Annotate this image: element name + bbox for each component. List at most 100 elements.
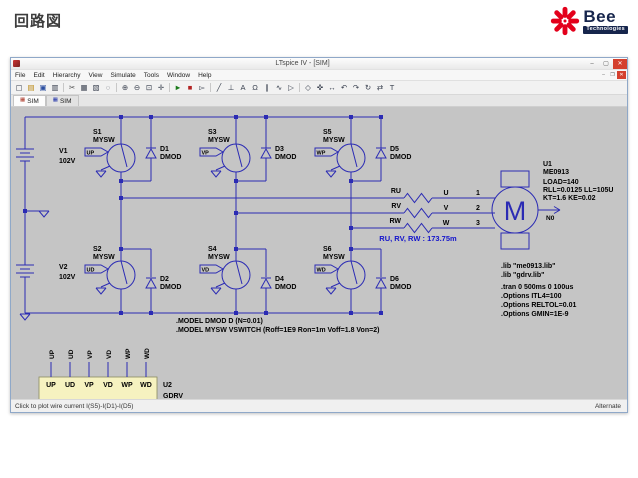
- schematic-wires[interactable]: [24, 116, 495, 314]
- component-model-label: DMOD: [390, 154, 411, 161]
- child-close-button[interactable]: ✕: [617, 71, 626, 79]
- component-icon[interactable]: ◇: [302, 82, 314, 93]
- resistor-rw[interactable]: RW W 3: [389, 218, 480, 234]
- cut-icon[interactable]: ✂: [66, 82, 78, 93]
- pan-icon[interactable]: ✛: [155, 82, 167, 93]
- diode-symbol: [145, 147, 157, 159]
- component-ref-label: S5: [323, 129, 332, 136]
- minimize-button[interactable]: –: [585, 59, 599, 69]
- switch-s2[interactable]: UD S2 MYSW: [84, 246, 136, 295]
- switch-s4[interactable]: VD S4 MYSW: [199, 246, 251, 295]
- new-schematic-icon[interactable]: ▢: [13, 82, 25, 93]
- component-ref-label: U1: [543, 161, 552, 168]
- menu-simulate[interactable]: Simulate: [106, 72, 139, 79]
- motor-u1[interactable]: M N0 U1 ME0913 LOAD=140 RLL=0.0125 LL=10…: [491, 161, 613, 250]
- maximize-button[interactable]: ▢: [599, 59, 613, 69]
- title-bar: LTspice IV - [SIM] – ▢ ✕: [11, 58, 627, 69]
- component-ref-label: D2: [160, 276, 169, 283]
- run-icon[interactable]: ►: [172, 82, 184, 93]
- inductor-icon[interactable]: ∿: [273, 82, 285, 93]
- halt-icon[interactable]: ■: [184, 82, 196, 93]
- drag-icon[interactable]: ↔: [326, 82, 338, 93]
- component-ref-label: D1: [160, 146, 169, 153]
- ltspice-app-icon: [13, 60, 20, 67]
- switch-blade: [215, 143, 243, 171]
- schematic-svg[interactable]: V1 102V V2 102V UP S1 MYSW VP S3 MYSW WP…: [11, 107, 627, 399]
- step-icon[interactable]: ▻: [196, 82, 208, 93]
- child-restore-button[interactable]: ❐: [608, 71, 617, 79]
- solver-mode: Alternate: [594, 402, 621, 410]
- wire-icon[interactable]: ╱: [213, 82, 225, 93]
- switch-blade: [100, 260, 128, 288]
- switch-s6[interactable]: WD S6 MYSW: [314, 246, 366, 295]
- gate-net-label: VD: [202, 268, 210, 274]
- switch-s3[interactable]: VP S3 MYSW: [199, 129, 251, 178]
- resistor-rv[interactable]: RV V 2: [391, 203, 480, 219]
- spice-directive-line: .Options RELTOL=0.01: [501, 302, 577, 309]
- switch-symbol: [106, 260, 136, 290]
- resistor-icon[interactable]: Ω: [249, 82, 261, 93]
- tab-sim-1[interactable]: ▦ SIM: [45, 95, 79, 106]
- toolbar-separator: [299, 83, 300, 92]
- move-icon[interactable]: ✜: [314, 82, 326, 93]
- spice-directive-line: .tran 0 500ms 0 100us: [501, 284, 573, 291]
- tab-sim-0[interactable]: ▦ SIM: [13, 95, 46, 106]
- spice-directives[interactable]: .lib "me0913.lib" .lib "gdrv.lib" .tran …: [501, 263, 577, 318]
- schematic-tab-icon: ▦: [52, 97, 58, 104]
- mirror-icon[interactable]: ⇄: [374, 82, 386, 93]
- switch-s1[interactable]: UP S1 MYSW: [84, 129, 136, 178]
- component-ref-label: RU: [391, 188, 401, 195]
- menu-hierarchy[interactable]: Hierarchy: [49, 72, 85, 79]
- bee-starburst-icon: [551, 6, 580, 36]
- copy-icon[interactable]: ▦: [78, 82, 90, 93]
- redo-icon[interactable]: ↷: [350, 82, 362, 93]
- motor-tab-bottom: [500, 232, 530, 250]
- menu-help[interactable]: Help: [194, 72, 215, 79]
- zoom-out-icon[interactable]: ⊖: [131, 82, 143, 93]
- spice-directive-line: .lib "gdrv.lib": [501, 272, 544, 279]
- text-icon[interactable]: T: [386, 82, 398, 93]
- resistor-symbol: [403, 222, 433, 234]
- save-icon[interactable]: ▣: [37, 82, 49, 93]
- menu-edit[interactable]: Edit: [29, 72, 48, 79]
- undo-icon[interactable]: ↶: [338, 82, 350, 93]
- switch-blade: [215, 260, 243, 288]
- driver-pin-label: WD: [140, 382, 152, 389]
- switch-s5[interactable]: WP S5 MYSW: [314, 129, 366, 178]
- gate-driver-u2[interactable]: UP UD VP VD WP WD UP UD VP VD WP WD U2 G…: [38, 348, 183, 399]
- page-title: 回路図: [14, 13, 63, 30]
- menu-window[interactable]: Window: [163, 72, 194, 79]
- zoom-in-icon[interactable]: ⊕: [119, 82, 131, 93]
- component-ref-label: U2: [163, 382, 172, 389]
- menu-bar: File Edit Hierarchy View Simulate Tools …: [11, 69, 627, 80]
- ground-icon[interactable]: [19, 313, 31, 321]
- schematic-canvas[interactable]: V1 102V V2 102V UP S1 MYSW VP S3 MYSW WP…: [11, 107, 627, 399]
- ground-icon[interactable]: ⊥: [225, 82, 237, 93]
- window-controls: – ▢ ✕: [585, 58, 627, 69]
- ground-icon[interactable]: [38, 210, 50, 218]
- close-button[interactable]: ✕: [613, 58, 627, 69]
- resistor-ru[interactable]: RU U 1: [391, 188, 480, 204]
- logo-brand: Bee: [583, 7, 617, 27]
- print-icon[interactable]: ▥: [49, 82, 61, 93]
- open-icon[interactable]: ▤: [25, 82, 37, 93]
- rotate-icon[interactable]: ↻: [362, 82, 374, 93]
- component-ref-label: D5: [390, 146, 399, 153]
- diode-symbol: [375, 147, 387, 159]
- ground-icon: [325, 170, 337, 178]
- menu-tools[interactable]: Tools: [140, 72, 163, 79]
- find-icon[interactable]: ◌: [102, 82, 114, 93]
- zoom-full-extents-icon[interactable]: ⊡: [143, 82, 155, 93]
- paste-icon[interactable]: ▧: [90, 82, 102, 93]
- diode-icon[interactable]: ▷: [285, 82, 297, 93]
- child-minimize-button[interactable]: –: [599, 71, 608, 79]
- menu-file[interactable]: File: [11, 72, 29, 79]
- capacitor-icon[interactable]: ∥: [261, 82, 273, 93]
- model-statements[interactable]: .MODEL DMOD D (N=0.01) .MODEL MYSW VSWIT…: [176, 318, 379, 334]
- component-ref-label: S6: [323, 246, 332, 253]
- menu-view[interactable]: View: [85, 72, 107, 79]
- ltspice-window: LTspice IV - [SIM] – ▢ ✕ File Edit Hiera…: [10, 57, 628, 413]
- component-ref-label: RV: [391, 203, 401, 210]
- driver-pin-stubs: [50, 362, 147, 377]
- net-label-icon[interactable]: A: [237, 82, 249, 93]
